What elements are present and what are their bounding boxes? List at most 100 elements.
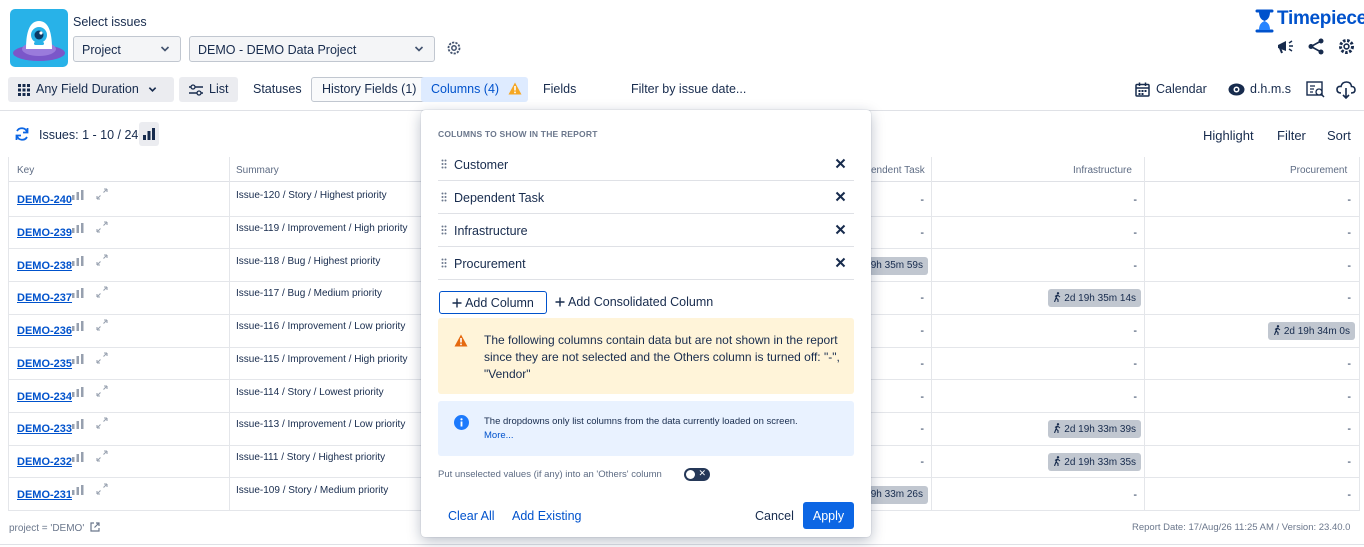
bar-chart-icon[interactable] xyxy=(72,418,84,430)
issue-key-link[interactable]: DEMO-236 xyxy=(17,325,72,337)
empty-cell: - xyxy=(1347,194,1351,207)
issue-key-link[interactable]: DEMO-239 xyxy=(17,227,72,239)
expand-icon[interactable] xyxy=(96,384,108,397)
share-icon[interactable] xyxy=(1307,37,1326,56)
bar-chart-icon[interactable] xyxy=(72,255,84,266)
field-duration-dropdown[interactable]: Any Field Duration xyxy=(8,77,174,102)
issue-key-link[interactable]: DEMO-233 xyxy=(17,423,72,435)
column-header-dependent-task[interactable]: endent Task xyxy=(871,165,925,176)
column-row-procurement[interactable]: Procurement xyxy=(438,247,854,280)
drag-handle-icon[interactable] xyxy=(441,225,447,235)
add-existing-button[interactable]: Add Existing xyxy=(512,509,581,523)
bar-chart-icon[interactable] xyxy=(72,320,84,332)
cloud-export-icon[interactable] xyxy=(1336,80,1356,99)
empty-cell: - xyxy=(1133,488,1137,501)
project-select[interactable]: DEMO - DEMO Data Project xyxy=(189,36,435,62)
history-fields-tab[interactable]: History Fields (1) xyxy=(311,77,428,102)
duration-badge[interactable]: 2d 19h 35m 14s xyxy=(1048,289,1141,308)
remove-column-icon[interactable] xyxy=(835,257,846,268)
refresh-icon[interactable] xyxy=(14,126,30,142)
column-row-dependent-task[interactable]: Dependent Task xyxy=(438,181,854,214)
others-column-toggle[interactable]: ✕ xyxy=(684,468,710,481)
bottom-divider xyxy=(0,544,1364,545)
column-row-infrastructure[interactable]: Infrastructure xyxy=(438,214,854,247)
duration-format-button[interactable]: d.h.m.s xyxy=(1250,82,1291,96)
warning-icon xyxy=(508,82,522,95)
duration-badge[interactable]: 2d 19h 33m 39s xyxy=(1048,420,1141,439)
info-more-link[interactable]: More... xyxy=(484,430,514,441)
fields-tab[interactable]: Fields xyxy=(533,77,586,102)
calendar-button[interactable]: Calendar xyxy=(1156,82,1207,96)
expand-icon[interactable] xyxy=(96,319,108,331)
cancel-button[interactable]: Cancel xyxy=(755,509,794,523)
scope-select[interactable]: Project xyxy=(73,36,181,62)
issue-key-link[interactable]: DEMO-238 xyxy=(17,260,72,272)
list-view-button[interactable]: List xyxy=(179,77,238,102)
expand-icon[interactable] xyxy=(96,417,108,429)
runner-icon xyxy=(1054,292,1061,303)
bar-chart-icon[interactable] xyxy=(72,222,84,234)
column-header-summary[interactable]: Summary xyxy=(236,165,279,176)
expand-icon[interactable] xyxy=(96,352,108,364)
filter-button[interactable]: Filter xyxy=(1277,128,1306,143)
column-header-key[interactable]: Key xyxy=(17,165,34,176)
duration-badge[interactable]: 2d 19h 34m 0s xyxy=(1267,322,1355,341)
statuses-tab[interactable]: Statuses xyxy=(243,77,312,102)
column-row-customer[interactable]: Customer xyxy=(438,148,854,181)
drag-handle-icon[interactable] xyxy=(441,258,447,268)
bar-chart-icon[interactable] xyxy=(72,287,84,299)
expand-icon[interactable] xyxy=(96,483,108,495)
columns-tab[interactable]: Columns (4) xyxy=(421,77,528,102)
bar-chart-icon[interactable] xyxy=(72,451,84,462)
query-settings-icon[interactable] xyxy=(445,39,463,57)
empty-cell: - xyxy=(920,455,924,468)
settings-gear-icon[interactable] xyxy=(1337,37,1356,56)
bar-chart-icon[interactable] xyxy=(72,189,84,201)
add-column-button[interactable]: Add Column xyxy=(439,291,547,314)
issue-key-link[interactable]: DEMO-240 xyxy=(17,194,72,206)
sort-button[interactable]: Sort xyxy=(1327,128,1351,143)
column-name: Procurement xyxy=(454,257,526,271)
info-icon xyxy=(454,415,469,430)
remove-column-icon[interactable] xyxy=(835,158,846,169)
remove-column-icon[interactable] xyxy=(835,224,846,235)
expand-icon[interactable] xyxy=(96,254,108,266)
issue-key-link[interactable]: DEMO-231 xyxy=(17,489,72,501)
issue-key-link[interactable]: DEMO-237 xyxy=(17,292,72,304)
expand-icon[interactable] xyxy=(96,286,108,298)
duration-badge[interactable]: 9h 35m 59s xyxy=(868,256,928,275)
duration-badge[interactable]: 2d 19h 33m 35s xyxy=(1048,452,1141,471)
expand-icon[interactable] xyxy=(96,188,108,200)
drag-handle-icon[interactable] xyxy=(441,192,447,202)
project-select-value: DEMO - DEMO Data Project xyxy=(198,43,357,57)
empty-cell: - xyxy=(1347,357,1351,370)
issue-key-link[interactable]: DEMO-235 xyxy=(17,358,72,370)
column-header-procurement[interactable]: Procurement xyxy=(1290,165,1347,176)
expand-icon[interactable] xyxy=(96,221,108,233)
duration-badge[interactable]: 9h 33m 26s xyxy=(868,485,928,504)
issue-key-link[interactable]: DEMO-234 xyxy=(17,391,72,403)
bar-chart-icon[interactable] xyxy=(72,484,84,495)
remove-column-icon[interactable] xyxy=(835,191,846,202)
column-header-infrastructure[interactable]: Infrastructure xyxy=(1073,165,1132,176)
report-view-icon[interactable] xyxy=(1306,81,1325,98)
highlight-button[interactable]: Highlight xyxy=(1203,128,1254,143)
issue-key-link[interactable]: DEMO-232 xyxy=(17,456,72,468)
add-consolidated-column-button[interactable]: Add Consolidated Column xyxy=(555,295,713,309)
bar-chart-icon[interactable] xyxy=(72,353,84,364)
drag-handle-icon[interactable] xyxy=(441,159,447,169)
clear-all-button[interactable]: Clear All xyxy=(448,509,495,523)
filter-by-date-button[interactable]: Filter by issue date... xyxy=(621,77,756,102)
chart-toggle-button[interactable] xyxy=(139,122,159,146)
external-link-icon[interactable] xyxy=(90,522,100,532)
empty-cell: - xyxy=(1133,227,1137,240)
apply-button[interactable]: Apply xyxy=(803,502,854,529)
add-column-label: Add Column xyxy=(465,296,534,310)
megaphone-icon[interactable] xyxy=(1276,37,1295,56)
list-view-label: List xyxy=(209,82,229,96)
bar-chart-icon[interactable] xyxy=(72,386,84,397)
app-logo xyxy=(10,9,68,67)
chevron-down-icon xyxy=(160,46,170,52)
empty-cell: - xyxy=(1133,325,1137,338)
expand-icon[interactable] xyxy=(96,450,108,462)
